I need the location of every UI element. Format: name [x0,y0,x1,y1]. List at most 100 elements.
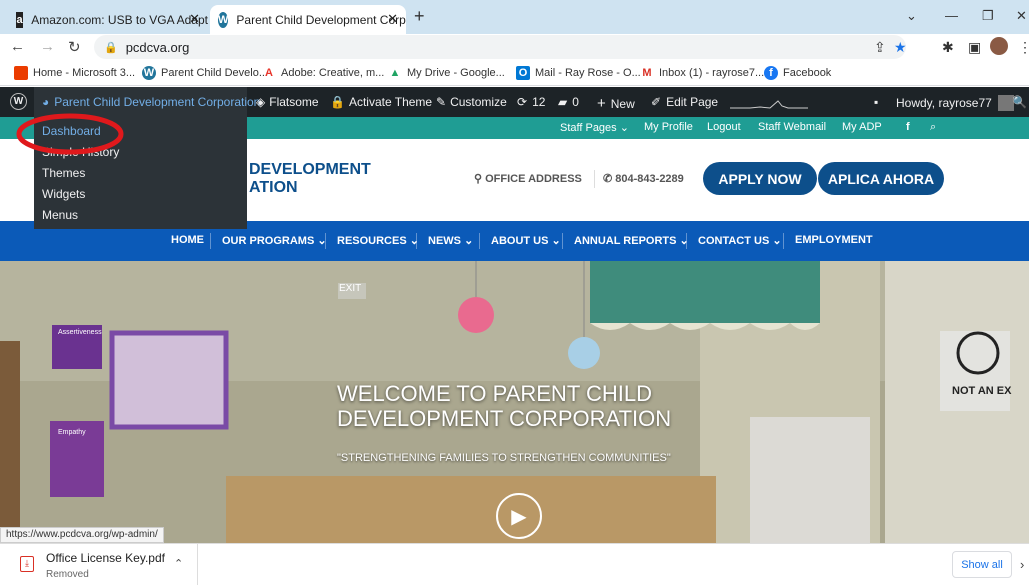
hero-section: EXIT NOT AN EX Assertiveness Empathy WEL… [0,261,1029,543]
search-icon[interactable]: 🔍 [1012,95,1027,109]
howdy-label: Howdy, rayrose77 [896,96,992,110]
pdf-file-icon: ⤓ [20,556,34,572]
bookmark-item[interactable]: M Inbox (1) - rayrose7... [640,66,764,80]
wordpress-icon: W [142,66,156,80]
aplica-ahora-button[interactable]: APLICA AHORA [818,162,944,195]
show-all-button[interactable]: Show all [952,551,1012,578]
gmail-icon: M [642,67,652,79]
hero-title: WELCOME TO PARENT CHILD DEVELOPMENT CORP… [337,381,671,431]
staff-webmail-link[interactable]: Staff Webmail [758,121,826,133]
tab-search-icon[interactable]: ⌄ [906,8,917,24]
bookmark-item[interactable]: ▲ My Drive - Google... [388,66,505,80]
phone-icon: ✆ [603,173,616,185]
close-window-icon[interactable]: ✕ [1016,8,1027,24]
close-tab-icon[interactable]: ✕ [189,11,200,27]
office-address-link[interactable]: ⚲ OFFICE ADDRESS [474,172,582,185]
nav-annual-reports[interactable]: ANNUAL REPORTS ⌄ [574,234,689,247]
staff-pages-link[interactable]: Staff Pages ⌄ [560,121,629,134]
facebook-icon[interactable]: f [906,121,910,133]
themes-menu-item[interactable]: Themes [42,166,85,180]
search-icon[interactable]: ⌕ [930,121,936,134]
customize-link[interactable]: ✎ Customize [436,95,507,109]
address-row: ← → ↻ 🔒 pcdcva.org ⇪ ★ ✱ ▣ ⋮ [0,34,1029,60]
updates-link[interactable]: ⟳ 12 [517,95,545,109]
bookmark-item[interactable]: Home - Microsoft 3... [14,66,135,80]
flatsome-label: Flatsome [269,95,319,109]
new-label: New [610,96,635,111]
phone-link[interactable]: ✆ 804-843-2289 [603,172,684,185]
extensions-icon[interactable]: ✱ [942,39,954,56]
my-adp-link[interactable]: My ADP [842,121,882,133]
wordpress-logo-icon[interactable]: W [10,93,27,110]
nav-about-us[interactable]: ABOUT US ⌄ [491,234,561,247]
apply-now-button[interactable]: APPLY NOW [703,162,817,195]
share-icon[interactable]: ⇪ [874,39,886,56]
empathy-poster: Empathy [58,429,86,436]
hero-tagline: "STRENGTHENING FAMILIES TO STRENGTHEN CO… [337,452,671,464]
forward-icon[interactable]: → [40,38,55,55]
nav-contact-us[interactable]: CONTACT US ⌄ [698,234,782,247]
bookmark-star-icon[interactable]: ★ [894,39,907,56]
restore-icon[interactable]: ❐ [982,8,994,24]
logout-link[interactable]: Logout [707,121,741,133]
status-url-tooltip: https://www.pcdcva.org/wp-admin/ [0,527,164,543]
download-item[interactable]: ⤓ Office License Key.pdf Removed ⌃ [0,544,198,585]
nav-resources[interactable]: RESOURCES ⌄ [337,234,419,247]
download-filename: Office License Key.pdf [46,551,165,565]
tab-pcdc[interactable]: W Parent Child Development Corpo ✕ [210,5,406,34]
activate-theme-link[interactable]: 🔒 Activate Theme [330,95,432,109]
lock-icon: 🔒 [104,41,118,54]
widgets-menu-item[interactable]: Widgets [42,187,85,201]
nav-label: OUR PROGRAMS [222,235,315,247]
wordpress-favicon-icon: W [218,11,229,28]
bookmark-label: Parent Child Develo... [161,67,268,79]
address-bar[interactable]: 🔒 pcdcva.org [94,35,906,59]
location-pin-icon: ⚲ [474,173,486,185]
close-tab-icon[interactable]: ✕ [387,11,398,27]
reload-icon[interactable]: ↻ [68,38,81,56]
office-icon [14,66,28,80]
edit-page-link[interactable]: ✐ Edit Page [651,95,718,109]
nav-separator [210,233,211,249]
brush-icon: ✎ [436,95,447,109]
menu-icon[interactable]: ⋮ [1018,39,1029,56]
profile-avatar[interactable] [990,37,1008,55]
new-tab-button[interactable]: + [414,6,425,27]
tab-amazon[interactable]: a Amazon.com: USB to VGA Adapt ✕ [8,5,208,34]
my-profile-link[interactable]: My Profile [644,121,693,133]
wp-admin-bar: W ◕ Parent Child Development Corporation… [0,87,1029,117]
chevron-up-icon[interactable]: ⌃ [174,557,183,570]
url-text: pcdcva.org [125,39,190,55]
nav-label: NEWS [428,235,461,247]
nav-our-programs[interactable]: OUR PROGRAMS ⌄ [222,234,327,247]
play-video-button[interactable]: ▶ [496,493,542,539]
nav-employment[interactable]: EMPLOYMENT [795,234,873,246]
side-panel-icon[interactable]: ▣ [968,39,981,56]
bookmarks-bar: Home - Microsoft 3... W Parent Child Deve… [0,60,1029,86]
bookmark-item[interactable]: f Facebook [764,66,831,80]
notifications-icon[interactable]: ▪ [874,95,878,109]
drive-icon: ▲ [389,67,401,79]
logo-line2: ATION [249,179,298,196]
comments-link[interactable]: ▰ 0 [558,95,579,109]
my-account-menu[interactable]: Howdy, rayrose77 [896,95,1014,111]
updates-icon: ⟳ [517,95,528,109]
nav-home[interactable]: HOME [171,234,204,246]
close-shelf-icon[interactable]: › [1020,557,1024,572]
bookmark-item[interactable]: O Mail - Ray Rose - O... [516,66,641,80]
bookmark-item[interactable]: W Parent Child Develo... [142,66,268,80]
menus-menu-item[interactable]: Menus [42,208,78,222]
phone-label: 804-843-2289 [615,173,684,185]
site-logo[interactable]: DEVELOPMENT ATION [249,161,371,197]
minimize-icon[interactable]: — [945,8,958,23]
adobe-icon: A [265,67,273,79]
exit-sign: EXIT [339,283,362,294]
nav-news[interactable]: NEWS ⌄ [428,234,473,247]
tab-label: Amazon.com: USB to VGA Adapt [31,12,208,27]
new-content-menu[interactable]: + New [597,95,635,112]
chevron-down-icon: ⌄ [772,235,782,247]
bookmark-item[interactable]: A Adobe: Creative, m... [262,66,384,80]
back-icon[interactable]: ← [10,38,25,55]
nav-label: RESOURCES [337,235,407,247]
flatsome-menu[interactable]: ◈ Flatsome [256,95,319,109]
